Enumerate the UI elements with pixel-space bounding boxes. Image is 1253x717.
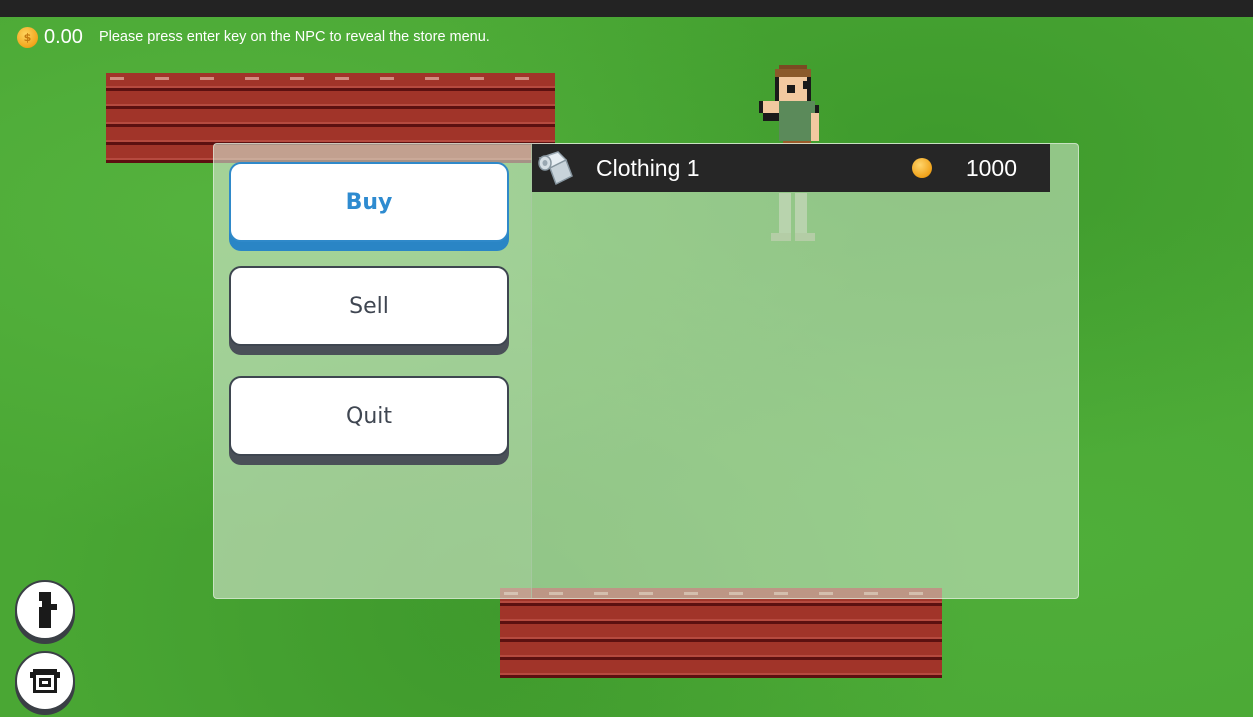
character-button[interactable] (15, 580, 75, 640)
sell-button[interactable]: Sell (229, 266, 509, 346)
cloth-roll-icon (532, 144, 580, 192)
coin-icon (911, 158, 932, 178)
quit-button[interactable]: Quit (229, 376, 509, 456)
coin-icon: $ (17, 26, 38, 48)
top-bar (0, 0, 1253, 17)
item-name: Clothing 1 (596, 154, 700, 181)
buy-button[interactable]: Buy (229, 162, 509, 242)
hud: $ 0.00 Please press enter key on the NPC… (17, 23, 490, 51)
hint-text: Please press enter key on the NPC to rev… (98, 29, 490, 45)
money-amount: 0.00 (44, 25, 83, 48)
inventory-button[interactable] (15, 651, 75, 711)
brick-wall-bottom (500, 588, 942, 678)
character-icon (39, 592, 57, 628)
inventory-chest-icon (30, 669, 60, 693)
item-price: 1000 (965, 154, 1017, 181)
store-item-row[interactable]: Clothing 1 1000 (532, 144, 1050, 192)
